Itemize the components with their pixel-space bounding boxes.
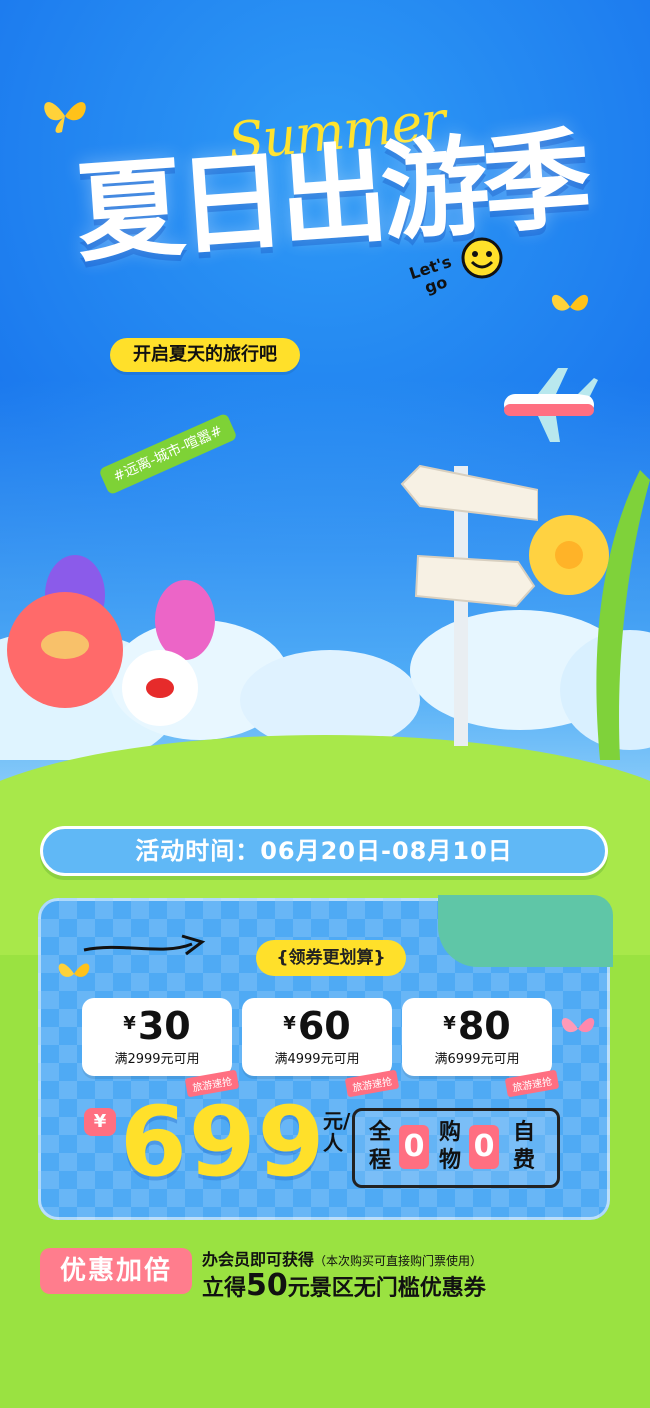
promo-line2-prefix: 立得 (202, 1276, 247, 1301)
leaf-decoration (596, 470, 650, 760)
signpost-icon (400, 464, 538, 746)
airplane-icon (504, 368, 598, 442)
price-value: 699 (120, 1086, 327, 1198)
promo-line1-text: 办会员即可获得 (202, 1250, 315, 1269)
coupon-card: {领券更划算} ¥30 满2999元可用 旅游速抢 ¥60 满4999元可用 旅… (38, 895, 613, 1220)
activity-time-range: 06月20日-08月10日 (260, 837, 513, 865)
smiley-icon (461, 237, 503, 279)
coupon-condition: 满6999元可用 (434, 1052, 520, 1067)
feature-all-trip: 全程 (369, 1120, 392, 1173)
butterfly-icon (561, 1017, 595, 1033)
coupon-item[interactable]: ¥60 满4999元可用 旅游速抢 (242, 998, 400, 1098)
arrow-icon (83, 934, 206, 956)
coupon-item[interactable]: ¥30 满2999元可用 旅游速抢 (82, 998, 240, 1098)
coupon-condition: 满4999元可用 (274, 1052, 360, 1067)
price-currency: ¥ (84, 1108, 116, 1136)
price-unit: 元/人 (323, 1109, 351, 1155)
coupon-header: {领券更划算} (256, 940, 406, 976)
card-tab (438, 895, 613, 967)
activity-time-label: 活动时间： (135, 837, 261, 865)
butterfly-icon (58, 963, 90, 977)
coupon-amount: ¥60 (283, 1004, 351, 1048)
coupon-amount: ¥30 (123, 1004, 191, 1048)
zero-fee-box: 全程 0 购物 0 自费 (352, 1108, 560, 1188)
coupon-condition: 满2999元可用 (114, 1052, 200, 1067)
zero-badge: 0 (469, 1125, 499, 1169)
promo-line1-note: （本次购买可直接购门票使用） (314, 1254, 483, 1268)
activity-time-bar: 活动时间：06月20日-08月10日 (40, 826, 608, 876)
coupon-item[interactable]: ¥80 满6999元可用 旅游速抢 (402, 998, 560, 1098)
promo-line1: 办会员即可获得（本次购买可直接购门票使用） (202, 1246, 482, 1270)
promo-line2: 立得50元景区无门槛优惠券 (202, 1268, 486, 1303)
promo-label: 优惠加倍 (40, 1248, 192, 1294)
subtitle-pill: 开启夏天的旅行吧 (110, 338, 300, 372)
coupon-amount: ¥80 (443, 1004, 511, 1048)
poster: Summer 夏日出游季 Let's go 开启夏天的旅行吧 #远离-城市-喧嚣… (0, 0, 650, 1408)
feature-shopping: 购物 (439, 1120, 462, 1173)
feature-self-pay: 自费 (513, 1120, 536, 1173)
butterfly-icon (551, 294, 589, 311)
promo-line2-amount: 50 (246, 1268, 288, 1303)
promo-line2-suffix: 元景区无门槛优惠券 (287, 1276, 486, 1301)
flowers-decoration (7, 555, 215, 726)
zero-badge: 0 (399, 1125, 429, 1169)
